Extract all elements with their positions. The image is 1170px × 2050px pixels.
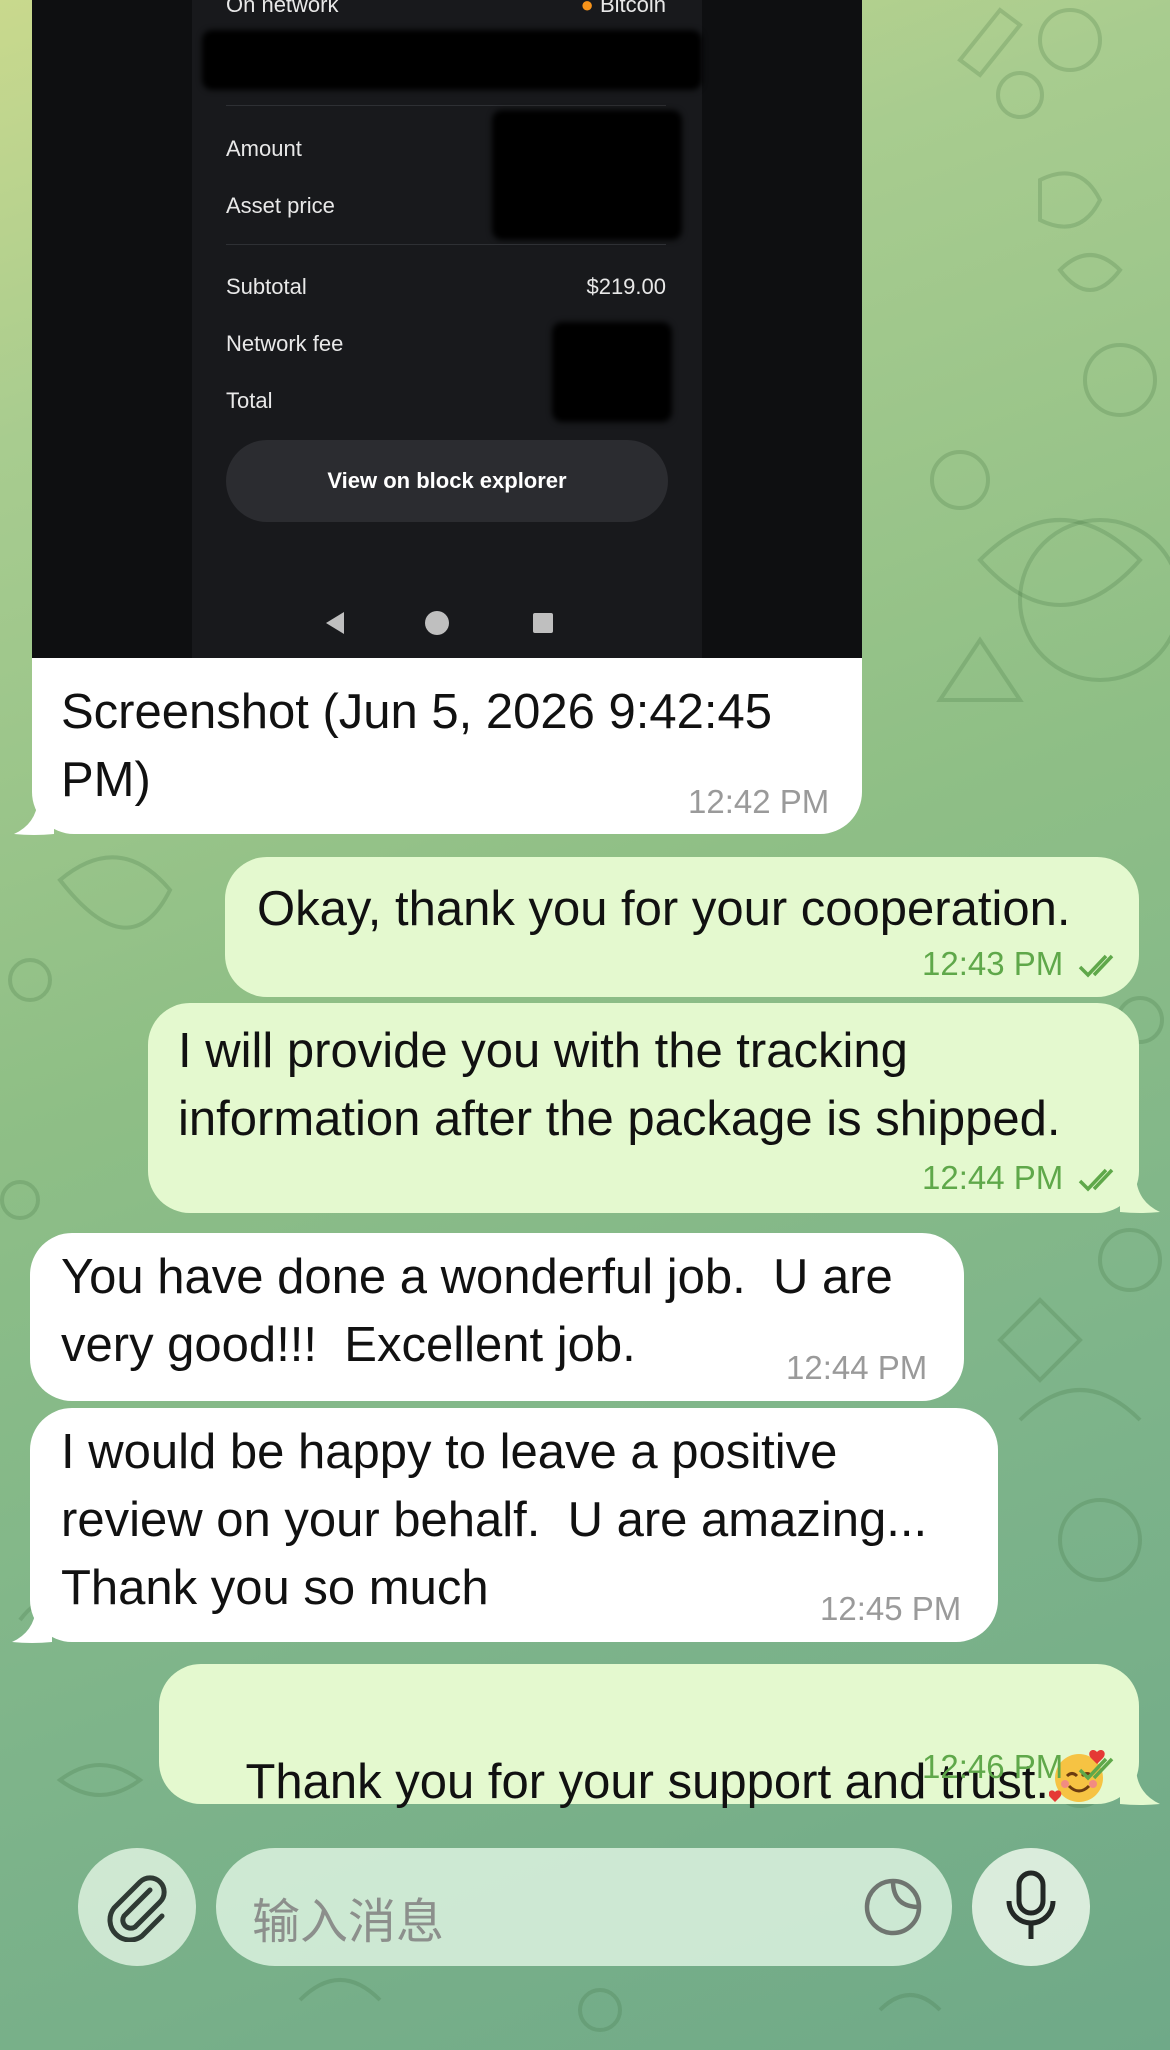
message-time: 12:44 PM xyxy=(786,1349,928,1386)
bubble-tail xyxy=(1120,1770,1160,1805)
message-input-placeholder: 输入消息 xyxy=(252,1894,445,1950)
message-text: I would be happy to leave a positive rev… xyxy=(61,1425,928,1615)
bubble-tail xyxy=(14,800,54,835)
message-bubble-incoming[interactable]: I would be happy to leave a positive rev… xyxy=(30,1408,998,1642)
screenshot-row: Subtotal $219.00 xyxy=(226,274,666,299)
message-text: Screenshot (Jun 5, 2026 9:42:45 PM) xyxy=(61,685,773,807)
back-nav-icon xyxy=(326,612,344,634)
recents-nav-icon xyxy=(533,613,553,633)
attach-button[interactable] xyxy=(78,1848,196,1966)
microphone-button[interactable] xyxy=(972,1848,1090,1966)
message-text: I will provide you with the tracking inf… xyxy=(178,1024,1061,1146)
read-checkmarks-icon xyxy=(1079,1169,1114,1192)
view-block-explorer-button: View on block explorer xyxy=(226,440,668,522)
divider xyxy=(226,105,666,106)
message-text: You have done a wonderful job. U are ver… xyxy=(61,1250,893,1372)
screenshot-row: On network ● Bitcoin xyxy=(226,0,666,18)
message-time: 12:44 PM xyxy=(922,1159,1124,1197)
divider xyxy=(226,244,666,245)
message-text: Okay, thank you for your cooperation. xyxy=(257,882,1071,936)
message-bubble-outgoing[interactable]: Thank you for your support and trust. 12… xyxy=(159,1664,1139,1809)
redaction-bar xyxy=(492,110,682,240)
sticker-icon[interactable] xyxy=(862,1876,924,1938)
message-time: 12:46 PM xyxy=(922,1748,1124,1786)
message-time: 12:42 PM xyxy=(688,783,830,820)
read-checkmarks-icon xyxy=(1079,955,1114,978)
home-nav-icon xyxy=(425,611,449,635)
message-bubble-outgoing[interactable]: Okay, thank you for your cooperation. 12… xyxy=(225,857,1139,997)
message-time: 12:45 PM xyxy=(820,1590,962,1627)
bubble-tail xyxy=(12,1608,52,1643)
message-bubble-outgoing[interactable]: I will provide you with the tracking inf… xyxy=(148,1003,1139,1213)
message-bubble-incoming[interactable]: You have done a wonderful job. U are ver… xyxy=(30,1233,964,1401)
redaction-bar xyxy=(552,322,672,422)
phone-screen: On network ● Bitcoin Amount Asset price … xyxy=(192,0,702,658)
message-bubble-incoming[interactable]: On network ● Bitcoin Amount Asset price … xyxy=(32,0,862,834)
redaction-bar xyxy=(202,30,702,90)
bitcoin-value: ● Bitcoin xyxy=(580,0,666,17)
microphone-icon xyxy=(1006,1870,1056,1939)
transaction-screenshot-image[interactable]: On network ● Bitcoin Amount Asset price … xyxy=(32,0,862,658)
message-input[interactable]: 输入消息 xyxy=(216,1848,952,1966)
read-checkmarks-icon xyxy=(1079,1758,1114,1781)
bubble-tail xyxy=(1120,1178,1160,1213)
paperclip-icon xyxy=(107,1875,167,1942)
message-time: 12:43 PM xyxy=(922,945,1124,983)
